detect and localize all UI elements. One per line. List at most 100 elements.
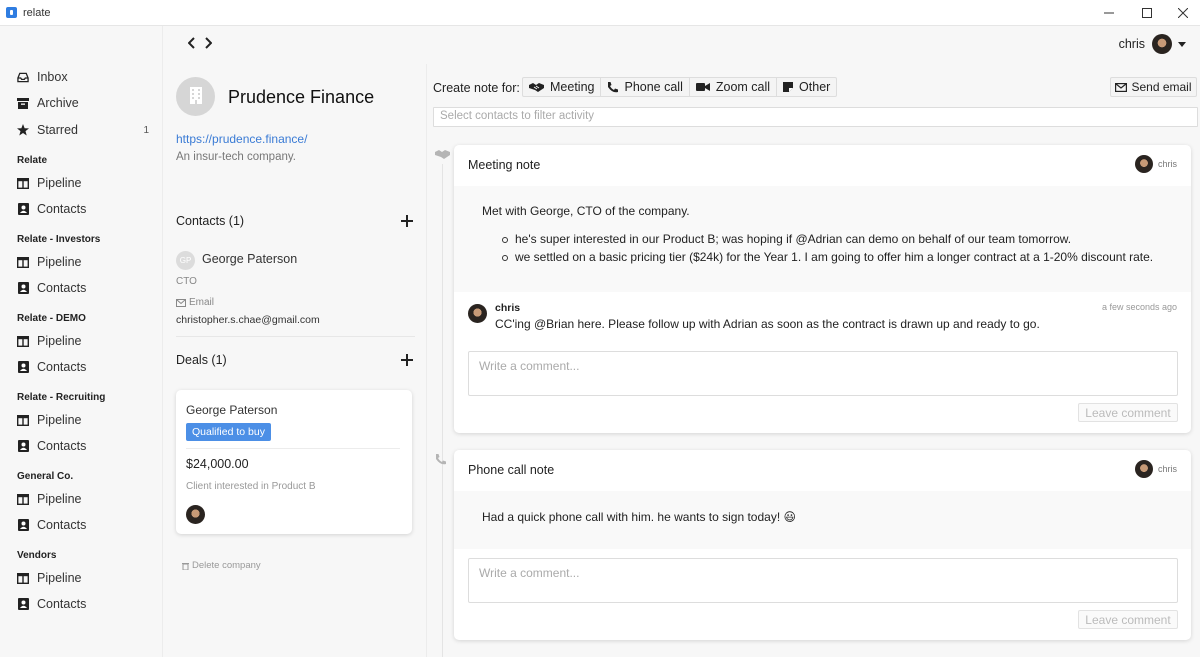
sidebar-item-label: Pipeline [37, 255, 82, 269]
sidebar-item-investors-contacts[interactable]: Contacts [17, 278, 157, 298]
pipeline-icon [17, 177, 29, 189]
sidebar-item-label: Contacts [37, 597, 87, 611]
sidebar-item-demo-contacts[interactable]: Contacts [17, 357, 157, 377]
phone-call-note-button[interactable]: Phone call [601, 78, 690, 96]
sidebar-item-general-contacts[interactable]: Contacts [17, 515, 157, 535]
note-comment: chris a few seconds ago CC'ing @Brian he… [454, 292, 1191, 342]
sidebar: Inbox Archive Starred 1 Relate Pipeline … [0, 26, 163, 657]
deal-note: Client interested in Product B [186, 481, 316, 492]
sidebar-item-label: Contacts [37, 518, 87, 532]
close-icon[interactable] [1163, 0, 1200, 26]
contact-avatar: GP [176, 251, 195, 270]
author-avatar [1134, 460, 1153, 478]
note-title: Phone call note [468, 463, 555, 477]
comment-timestamp: a few seconds ago [1101, 302, 1177, 312]
other-note-button[interactable]: Other [777, 78, 836, 96]
zoom-call-note-button[interactable]: Zoom call [690, 78, 778, 96]
contacts-icon [17, 519, 29, 531]
note-bullet: we settled on a basic pricing tier ($24k… [502, 248, 1162, 266]
contact-filter-input[interactable]: Select contacts to filter activity [433, 107, 1198, 127]
deal-card[interactable]: George Paterson Qualified to buy $24,000… [176, 390, 412, 534]
note-type-buttons: Meeting Phone call Zoom call Other [522, 77, 838, 97]
sidebar-item-investors-pipeline[interactable]: Pipeline [17, 252, 157, 272]
star-icon [17, 124, 29, 136]
company-panel: Prudence Finance https://prudence.financ… [163, 64, 427, 657]
sidebar-item-label: Pipeline [37, 334, 82, 348]
comment-input[interactable]: Write a comment... [468, 351, 1178, 396]
top-nav-bar [163, 26, 1200, 64]
meeting-note-button[interactable]: Meeting [523, 78, 602, 96]
sidebar-item-demo-pipeline[interactable]: Pipeline [17, 331, 157, 351]
chevron-down-icon [1178, 41, 1186, 47]
user-menu[interactable]: chris [1119, 34, 1186, 54]
sidebar-item-general-pipeline[interactable]: Pipeline [17, 489, 157, 509]
pipeline-icon [17, 414, 29, 426]
building-icon [189, 86, 202, 107]
title-bar: relate [0, 0, 1200, 26]
contact-email[interactable]: christopher.s.chae@gmail.com [176, 314, 320, 326]
sidebar-item-vendors-contacts[interactable]: Contacts [17, 594, 157, 614]
section-divider [176, 336, 415, 337]
video-icon [695, 82, 710, 92]
activity-panel: Create note for: Meeting Phone call Zoom… [427, 64, 1200, 657]
comment-input[interactable]: Write a comment... [468, 558, 1178, 603]
archive-icon [17, 97, 29, 109]
contacts-heading: Contacts (1) [176, 214, 245, 228]
company-url-link[interactable]: https://prudence.finance/ [176, 132, 307, 146]
create-note-label: Create note for: [433, 81, 520, 95]
add-deal-button[interactable] [401, 351, 413, 369]
contacts-icon [17, 598, 29, 610]
app-logo-icon [6, 7, 17, 18]
send-email-button[interactable]: Send email [1110, 77, 1197, 97]
deal-stage-badge: Qualified to buy [186, 423, 271, 441]
deal-name: George Paterson [186, 403, 278, 417]
group-heading-relate-recruiting: Relate - Recruiting [17, 392, 106, 403]
note-bullets: he's super interested in our Product B; … [502, 230, 1162, 266]
sidebar-item-label: Contacts [37, 281, 87, 295]
timeline-line [442, 164, 443, 657]
pipeline-icon [17, 335, 29, 347]
sidebar-item-recruiting-contacts[interactable]: Contacts [17, 436, 157, 456]
deal-amount: $24,000.00 [186, 457, 249, 471]
sidebar-item-inbox[interactable]: Inbox [17, 67, 157, 87]
forward-arrow-icon[interactable] [204, 36, 213, 53]
sidebar-item-recruiting-pipeline[interactable]: Pipeline [17, 410, 157, 430]
minimize-icon[interactable] [1089, 0, 1129, 26]
note-bullet: he's super interested in our Product B; … [502, 230, 1162, 248]
back-arrow-icon[interactable] [187, 36, 196, 53]
comment-text: CC'ing @Brian here. Please follow up wit… [495, 317, 1040, 331]
sidebar-item-label: Inbox [37, 70, 68, 84]
sidebar-item-starred[interactable]: Starred 1 [17, 120, 157, 140]
add-contact-button[interactable] [401, 212, 413, 230]
sidebar-item-label: Contacts [37, 439, 87, 453]
company-name: Prudence Finance [228, 87, 375, 107]
contacts-icon [17, 282, 29, 294]
pipeline-icon [17, 256, 29, 268]
handshake-icon [529, 82, 544, 92]
pipeline-icon [17, 572, 29, 584]
trash-icon [182, 562, 189, 570]
sidebar-item-vendors-pipeline[interactable]: Pipeline [17, 568, 157, 588]
note-text: Had a quick phone call with him. he want… [482, 510, 797, 524]
contacts-icon [17, 203, 29, 215]
sidebar-item-label: Pipeline [37, 176, 82, 190]
contact-title: CTO [176, 276, 197, 287]
sidebar-item-label: Pipeline [37, 492, 82, 506]
leave-comment-button[interactable]: Leave comment [1078, 610, 1178, 629]
phone-icon [607, 81, 619, 93]
sidebar-item-relate-contacts[interactable]: Contacts [17, 199, 157, 219]
deals-heading: Deals (1) [176, 353, 227, 367]
note-author: chris [1134, 155, 1177, 173]
delete-company-button[interactable]: Delete company [182, 560, 261, 571]
maximize-icon[interactable] [1127, 0, 1167, 26]
handshake-icon [435, 149, 450, 159]
sidebar-item-relate-pipeline[interactable]: Pipeline [17, 173, 157, 193]
note-body: Met with George, CTO of the company. he'… [454, 186, 1191, 292]
user-name: chris [1118, 37, 1145, 51]
pipeline-icon [17, 493, 29, 505]
contact-name-link[interactable]: George Paterson [202, 252, 297, 266]
inbox-icon [17, 71, 29, 83]
leave-comment-button[interactable]: Leave comment [1078, 403, 1178, 422]
sidebar-item-archive[interactable]: Archive [17, 93, 157, 113]
contacts-icon [17, 361, 29, 373]
